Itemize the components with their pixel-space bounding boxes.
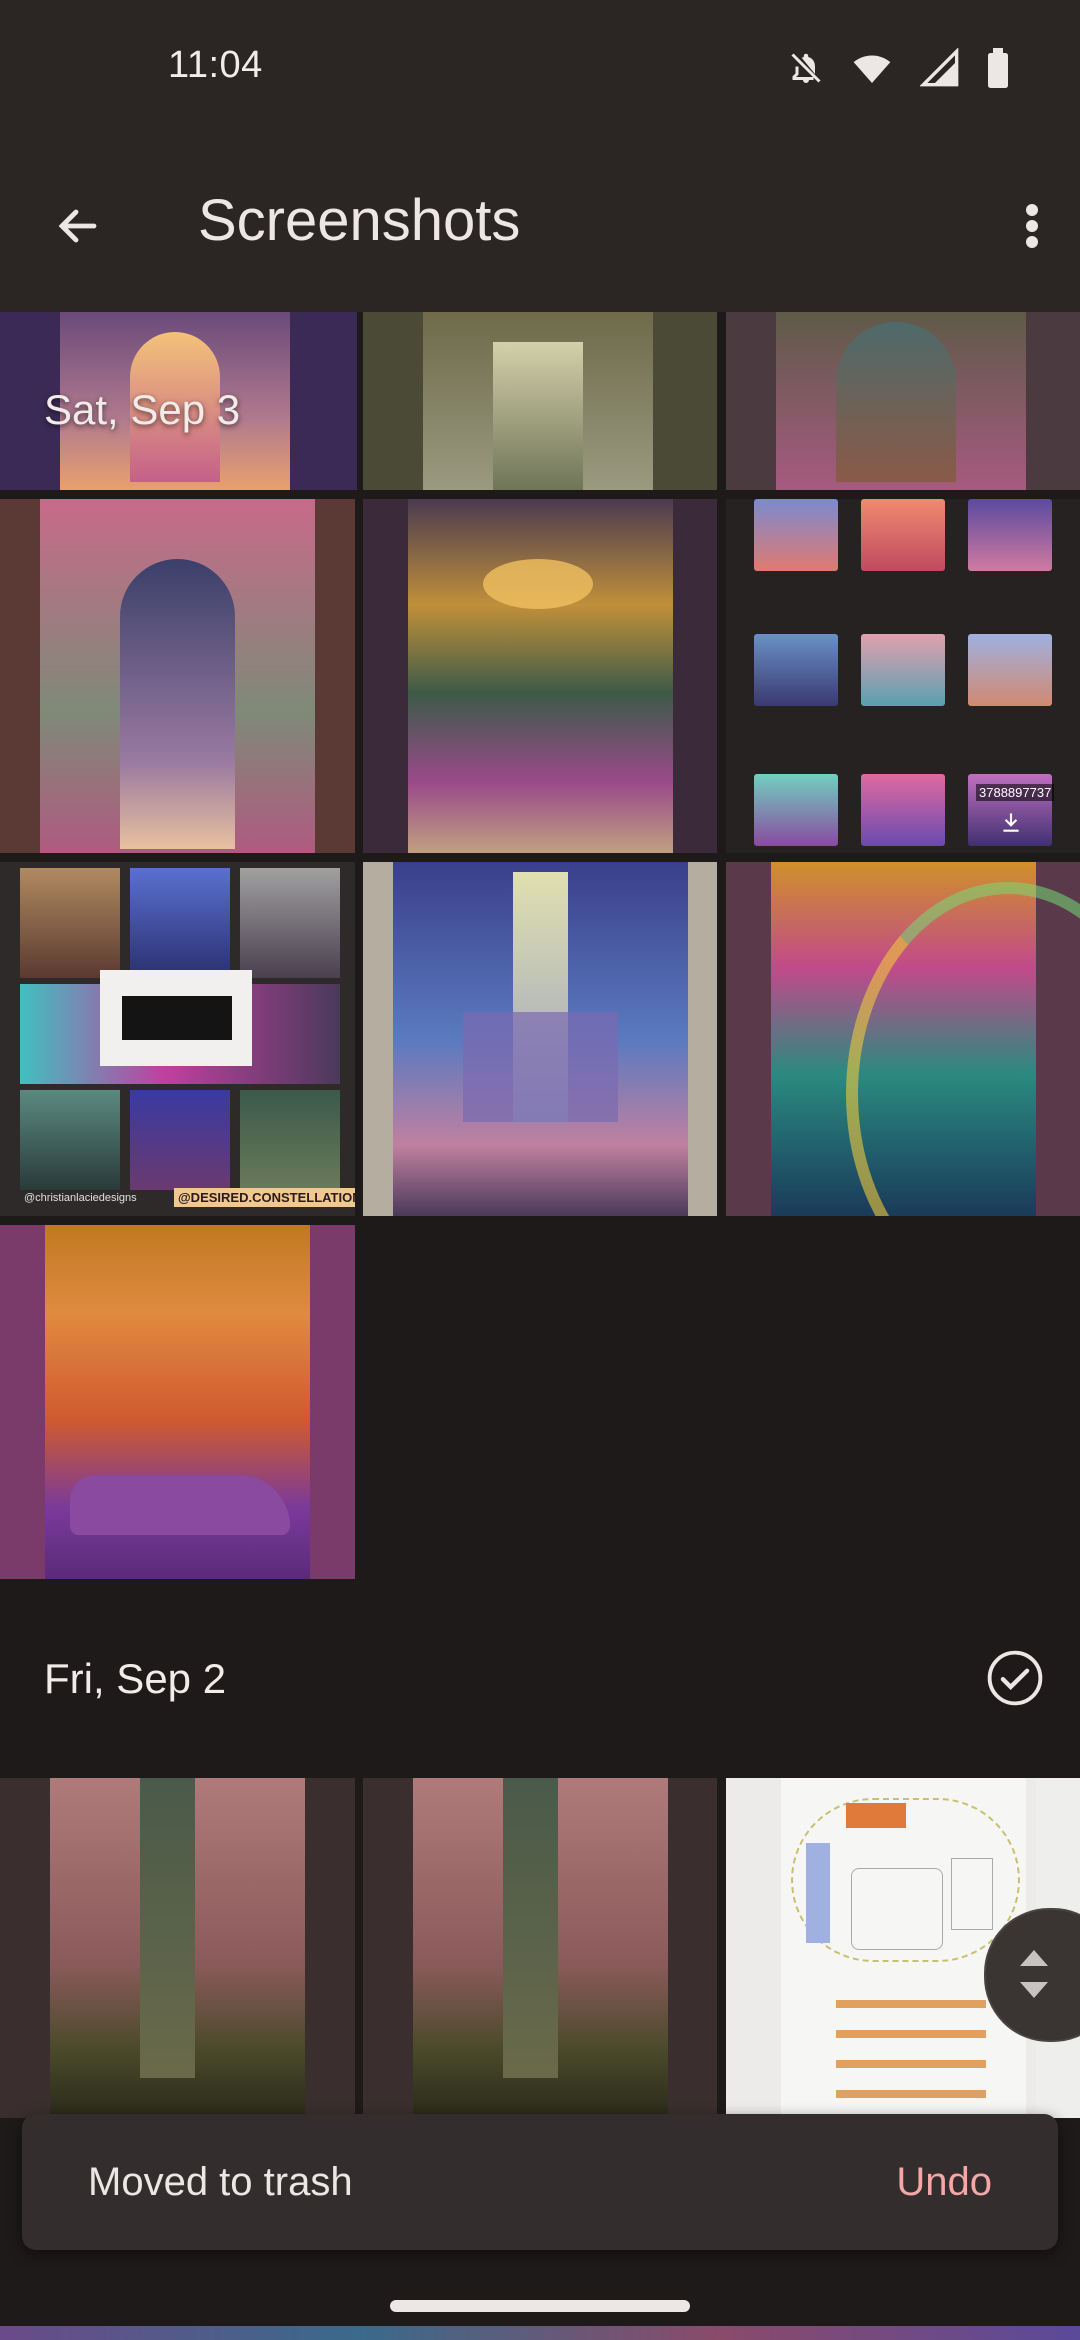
home-gesture-bar[interactable]	[390, 2300, 690, 2312]
photo-thumb-tree-tower-1[interactable]	[0, 1778, 355, 2118]
clock: 11:04	[168, 44, 263, 86]
app-bar: Screenshots	[0, 140, 1080, 312]
grid-thumb-count: 3788897737	[976, 784, 1055, 801]
section-date-sat-sep-3: Sat, Sep 3	[44, 386, 241, 433]
photo-thumb-collage[interactable]: @christianlaciedesigns @DESIRED.CONSTELL…	[0, 862, 355, 1216]
photo-thumb-tree-tower-2[interactable]	[363, 1778, 717, 2118]
check-circle-icon[interactable]	[986, 1649, 1044, 1707]
download-icon	[1003, 813, 1019, 832]
photo-thumb-crystal-tower[interactable]	[363, 862, 717, 1216]
snackbar-message: Moved to trash	[88, 2160, 353, 2204]
bell-off-icon	[791, 53, 821, 83]
more-vert-icon	[1026, 204, 1038, 248]
scroll-arrows-icon	[1020, 1950, 1048, 1998]
photo-thumb-corridor[interactable]	[363, 312, 717, 490]
arrow-left-icon	[58, 209, 97, 243]
collage-caption: @christianlaciedesigns	[24, 1192, 137, 1204]
page-title: Screenshots	[198, 188, 521, 253]
wifi-icon	[853, 55, 891, 83]
status-icons	[788, 48, 1010, 88]
photo-thumb-rainbow-castle[interactable]	[726, 862, 1080, 1216]
photo-thumb-floral-archway[interactable]	[0, 499, 355, 853]
photo-thumb-landscape-grid[interactable]: 3788897737	[726, 499, 1080, 853]
more-options-button[interactable]	[1002, 190, 1062, 262]
section-date-fri-sep-2: Fri, Sep 2	[44, 1655, 227, 1702]
photo-thumb-ornate-door[interactable]	[726, 312, 1080, 490]
undo-button[interactable]: Undo	[896, 2160, 992, 2205]
photo-thumb-next-row	[0, 2326, 1080, 2340]
snackbar: Moved to trash Undo	[22, 2114, 1058, 2250]
back-button[interactable]	[48, 196, 108, 256]
battery-icon	[988, 48, 1008, 88]
photo-thumb-glass-hall[interactable]	[363, 499, 717, 853]
collage-tag: @DESIRED.CONSTELLATION	[174, 1188, 355, 1207]
status-bar: 11:04	[0, 0, 1080, 140]
signal-icon	[920, 48, 959, 87]
photo-thumb-retro-car[interactable]	[0, 1225, 355, 1579]
